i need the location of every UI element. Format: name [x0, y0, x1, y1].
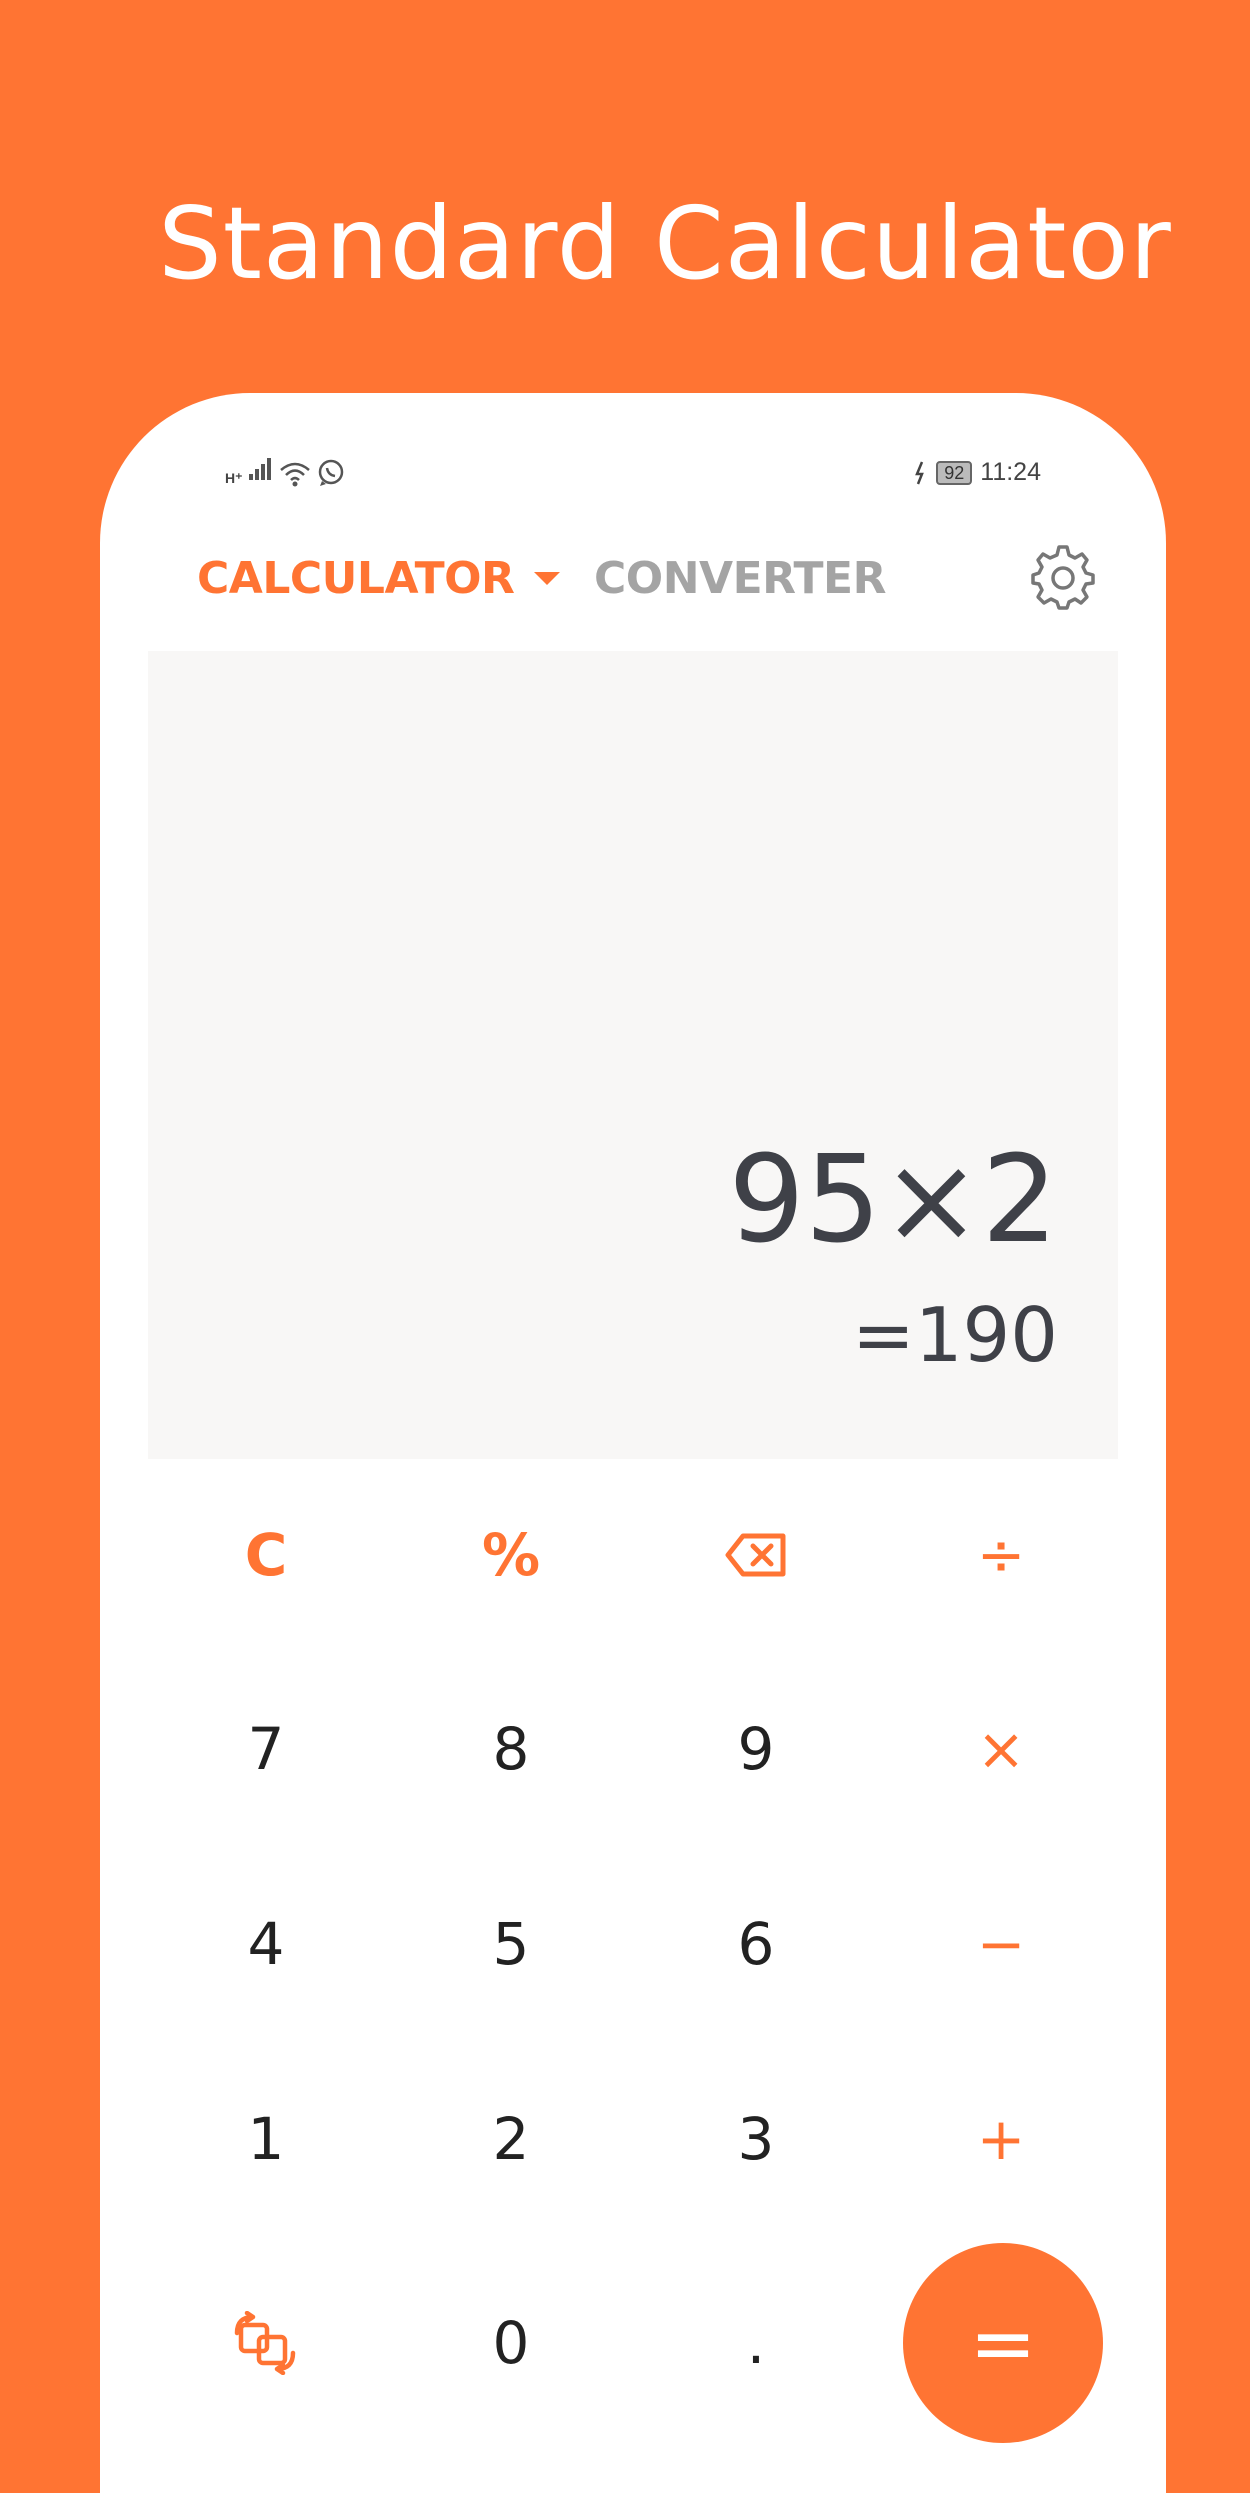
plus-button[interactable]: +: [901, 2079, 1101, 2199]
digit-label: 9: [737, 1715, 775, 1783]
headline: Standard Calculator: [158, 185, 1172, 302]
status-right: 92 11:24: [912, 458, 1041, 487]
wifi-icon: [279, 462, 310, 487]
equals-button[interactable]: =: [903, 2243, 1103, 2443]
divide-label: ÷: [976, 1521, 1026, 1589]
battery-icon: 92: [936, 460, 973, 485]
backspace-button[interactable]: [656, 1495, 856, 1615]
signal-icon: [248, 458, 273, 487]
whatsapp-icon: [318, 459, 343, 486]
caret-down-icon: [534, 572, 561, 585]
gear-icon[interactable]: [1030, 545, 1096, 611]
digit-6-button[interactable]: 6: [656, 1884, 856, 2004]
status-bar: H⁺ 92 11:24: [225, 458, 1041, 488]
digit-label: 8: [492, 1715, 530, 1783]
calculator-display: 95×2 =190: [148, 651, 1118, 1459]
minus-label: −: [976, 1910, 1026, 1978]
digit-label: 7: [247, 1715, 285, 1783]
equals-label: =: [969, 2296, 1037, 2390]
backspace-icon: [725, 1533, 786, 1577]
result-text: =190: [852, 1291, 1058, 1379]
digit-5-button[interactable]: 5: [411, 1884, 611, 2004]
clear-label: C: [244, 1521, 288, 1589]
divide-button[interactable]: ÷: [901, 1495, 1101, 1615]
phone-frame: H⁺ 92 11:24 CALCULATOR CONVERTER 95×2 =1…: [100, 393, 1166, 2493]
network-type: H⁺: [225, 470, 243, 486]
digit-label: 4: [247, 1910, 285, 1978]
decimal-button[interactable]: .: [656, 2283, 856, 2403]
multiply-label: ×: [976, 1715, 1026, 1783]
swap-button[interactable]: [166, 2283, 366, 2403]
digit-9-button[interactable]: 9: [656, 1689, 856, 1809]
digit-4-button[interactable]: 4: [166, 1884, 366, 2004]
charging-icon: [915, 461, 925, 484]
tab-calculator-label: CALCULATOR: [197, 553, 515, 604]
digit-label: 2: [492, 2105, 530, 2173]
digit-2-button[interactable]: 2: [411, 2079, 611, 2199]
tab-calculator[interactable]: CALCULATOR: [197, 553, 561, 604]
digit-8-button[interactable]: 8: [411, 1689, 611, 1809]
tab-converter[interactable]: CONVERTER: [594, 553, 886, 604]
status-left: H⁺: [225, 458, 345, 487]
swap-icon: [234, 2311, 296, 2375]
decimal-label: .: [746, 2309, 766, 2377]
digit-label: 1: [247, 2105, 285, 2173]
digit-label: 0: [492, 2309, 530, 2377]
digit-1-button[interactable]: 1: [166, 2079, 366, 2199]
minus-button[interactable]: −: [901, 1884, 1101, 2004]
tab-bar: CALCULATOR CONVERTER: [197, 545, 1096, 623]
percent-label: %: [481, 1521, 541, 1589]
digit-7-button[interactable]: 7: [166, 1689, 366, 1809]
digit-3-button[interactable]: 3: [656, 2079, 856, 2199]
multiply-button[interactable]: ×: [901, 1689, 1101, 1809]
expression-text: 95×2: [728, 1131, 1058, 1270]
status-time: 11:24: [980, 458, 1041, 486]
digit-label: 5: [492, 1910, 530, 1978]
percent-button[interactable]: %: [411, 1495, 611, 1615]
clear-button[interactable]: C: [166, 1495, 366, 1615]
digit-label: 3: [737, 2105, 775, 2173]
digit-label: 6: [737, 1910, 775, 1978]
digit-0-button[interactable]: 0: [411, 2283, 611, 2403]
plus-label: +: [976, 2105, 1026, 2173]
